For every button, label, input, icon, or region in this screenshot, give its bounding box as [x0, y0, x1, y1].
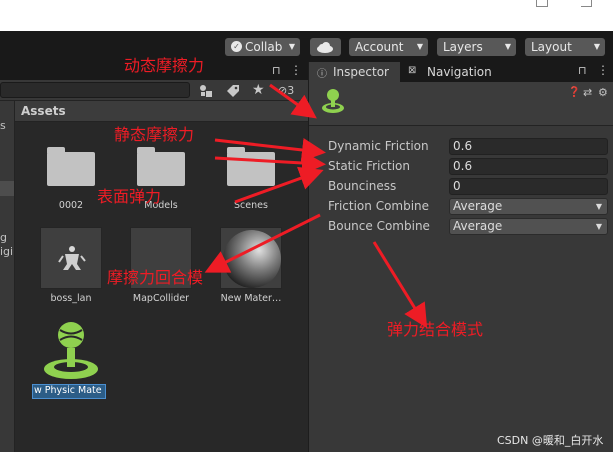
watermark: CSDN @暖和_白开水: [497, 434, 604, 447]
annotation-static-friction: 静态摩擦力: [114, 125, 195, 144]
annotation-arrow: [214, 138, 326, 162]
annotation-friction-combine: 摩擦力回合模: [107, 268, 204, 287]
annotation-arrow: [204, 213, 321, 273]
annotation-arrow: [214, 150, 326, 175]
annotation-bounce-combine: 弹力结合模式: [387, 320, 484, 339]
annotation-arrow: [269, 83, 317, 119]
annotation-arrow: [234, 166, 324, 204]
annotation-dynamic-friction: 动态摩擦力: [124, 56, 205, 75]
annotation-arrows: [204, 83, 428, 329]
annotation-arrow: [372, 241, 428, 329]
annotation-bounciness: 表面弹力: [97, 187, 162, 206]
